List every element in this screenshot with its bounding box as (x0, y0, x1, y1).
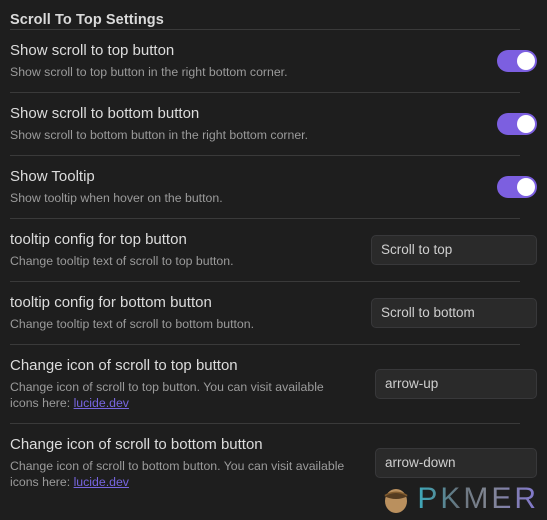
setting-label: Change icon of scroll to bottom button (10, 436, 263, 453)
setting-description-text: Change icon of scroll to bottom button. … (10, 459, 345, 489)
setting-description: Show scroll to bottom button in the righ… (10, 128, 309, 142)
setting-label: Show scroll to bottom button (10, 105, 200, 122)
toggle-show-tooltip[interactable] (497, 175, 537, 198)
toggle-show-scroll-to-top-button[interactable] (497, 49, 537, 72)
setting-description: Change icon of scroll to bottom button. … (10, 458, 345, 490)
setting-row-change-icon-bottom: Change icon of scroll to bottom button C… (10, 424, 537, 502)
setting-info: tooltip config for bottom button Change … (10, 293, 350, 332)
setting-info: Show scroll to bottom button Show scroll… (10, 104, 485, 143)
setting-row-change-icon-top: Change icon of scroll to top button Chan… (10, 345, 537, 423)
setting-label: tooltip config for top button (10, 231, 187, 248)
setting-control (497, 112, 537, 135)
setting-control (375, 368, 537, 399)
setting-description: Change tooltip text of scroll to bottom … (10, 317, 255, 331)
toggle-knob-icon (517, 51, 535, 70)
setting-row-show-tooltip: Show Tooltip Show tooltip when hover on … (10, 156, 537, 218)
toggle-knob-icon (517, 114, 535, 133)
setting-control (371, 297, 537, 328)
setting-control (497, 175, 537, 198)
setting-description: Change icon of scroll to top button. You… (10, 379, 345, 411)
setting-label: tooltip config for bottom button (10, 294, 212, 311)
setting-info: Change icon of scroll to top button Chan… (10, 356, 350, 411)
setting-description: Change tooltip text of scroll to top but… (10, 254, 234, 268)
setting-label: Change icon of scroll to top button (10, 357, 238, 374)
setting-description-text: Change icon of scroll to top button. You… (10, 380, 324, 410)
page-title: Scroll To Top Settings (10, 12, 164, 28)
setting-description: Show tooltip when hover on the button. (10, 191, 223, 205)
change-icon-top-input[interactable] (375, 368, 537, 399)
setting-info: tooltip config for top button Change too… (10, 230, 350, 269)
tooltip-config-top-input[interactable] (371, 234, 537, 265)
setting-label: Show Tooltip (10, 168, 95, 185)
setting-row-tooltip-config-bottom: tooltip config for bottom button Change … (10, 282, 537, 344)
setting-control (497, 49, 537, 72)
setting-info: Change icon of scroll to bottom button C… (10, 435, 350, 490)
tooltip-config-bottom-input[interactable] (371, 297, 537, 328)
lucide-dev-link[interactable]: lucide.dev (74, 475, 129, 489)
setting-row-show-scroll-to-bottom-button: Show scroll to bottom button Show scroll… (10, 93, 537, 155)
toggle-knob-icon (517, 177, 535, 196)
setting-control (371, 234, 537, 265)
setting-label: Show scroll to top button (10, 42, 175, 59)
setting-row-tooltip-config-top: tooltip config for top button Change too… (10, 219, 537, 281)
settings-panel: Scroll To Top Settings Show scroll to to… (0, 0, 547, 520)
change-icon-bottom-input[interactable] (375, 447, 537, 478)
setting-description: Show scroll to top button in the right b… (10, 65, 288, 79)
lucide-dev-link[interactable]: lucide.dev (74, 396, 129, 410)
setting-info: Show scroll to top button Show scroll to… (10, 41, 485, 80)
toggle-show-scroll-to-bottom-button[interactable] (497, 112, 537, 135)
setting-row-show-scroll-to-top-button: Show scroll to top button Show scroll to… (10, 30, 537, 92)
setting-control (375, 447, 537, 478)
setting-info: Show Tooltip Show tooltip when hover on … (10, 167, 485, 206)
